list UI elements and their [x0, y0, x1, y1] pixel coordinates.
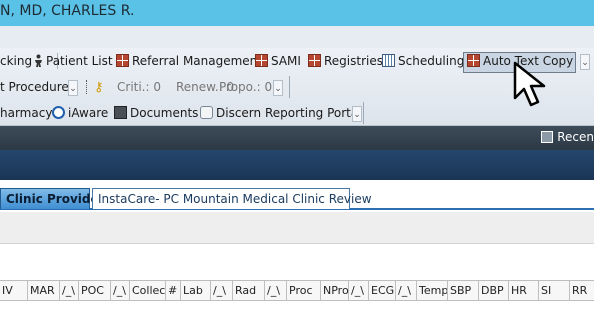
- col-number[interactable]: #: [166, 281, 181, 300]
- grid-body: [0, 301, 594, 325]
- col-npro[interactable]: NPro: [321, 281, 349, 300]
- col-alert[interactable]: /_\: [111, 281, 130, 300]
- grid-icon: [467, 54, 480, 67]
- toolbar-item-tracking[interactable]: cking: [0, 50, 32, 72]
- banner-bar: [0, 150, 594, 180]
- grid-icon: [116, 54, 129, 67]
- col-alert[interactable]: /_\: [60, 281, 79, 300]
- column-header-row: IV MAR /_\ POC /_\ Collec # Lab /_\ Rad …: [0, 280, 594, 301]
- key-icon: ⚷: [94, 80, 104, 95]
- col-sbp[interactable]: SBP: [448, 281, 479, 300]
- toolbar-item-iaware[interactable]: iAware: [52, 102, 108, 124]
- tab-instacare-review[interactable]: InstaCare- PC Mountain Medical Clinic Re…: [92, 188, 372, 209]
- proposed-count[interactable]: Propo.: 0: [219, 76, 272, 98]
- col-ecg[interactable]: ECG: [369, 281, 396, 300]
- iaware-icon: [52, 106, 65, 119]
- col-alert[interactable]: /_\: [265, 281, 287, 300]
- toolbar-row-3: harmacy iAware Documents Discern Reporti…: [0, 102, 364, 124]
- toolbar3-overflow-button[interactable]: ⌄: [352, 106, 362, 122]
- col-alert[interactable]: /_\: [396, 281, 417, 300]
- col-iv[interactable]: IV: [0, 281, 28, 300]
- col-lab[interactable]: Lab: [181, 281, 211, 300]
- toolbar-item-registries[interactable]: Registries: [308, 50, 383, 72]
- procedures-dropdown[interactable]: ⌄: [68, 80, 78, 96]
- col-si[interactable]: SI: [539, 281, 570, 300]
- toolbar-row-2: t Procedures ⌄ ⚷ Criti.: 0 Renew.: 0 Pro…: [0, 76, 290, 98]
- toolbar-row-1: cking Patient List Referral Management S…: [0, 50, 594, 73]
- toolbar-area: cking Patient List Referral Management S…: [0, 48, 594, 126]
- window-title: N, MD, CHARLES R.: [0, 3, 135, 19]
- recent-icon: [541, 131, 554, 143]
- col-poc[interactable]: POC: [79, 281, 111, 300]
- title-gap: [0, 26, 594, 48]
- chart-icon: [200, 106, 213, 119]
- grid-icon: [255, 54, 268, 67]
- col-mar[interactable]: MAR: [28, 281, 60, 300]
- toolbar-overflow-button[interactable]: ⌄: [580, 54, 590, 70]
- toolbar-item-documents[interactable]: Documents: [114, 102, 198, 124]
- person-icon: [34, 52, 43, 67]
- col-rr[interactable]: RR: [570, 281, 594, 300]
- toolbar-item-procedures[interactable]: t Procedures: [0, 76, 75, 98]
- calendar-icon: [382, 54, 395, 67]
- critical-count[interactable]: Criti.: 0: [117, 76, 161, 98]
- col-temp[interactable]: Temp: [417, 281, 448, 300]
- col-alert[interactable]: /_\: [349, 281, 369, 300]
- toolbar-item-referral-management[interactable]: Referral Management: [116, 50, 262, 72]
- tab-clinic-provider[interactable]: Clinic Provider: [0, 188, 105, 209]
- col-rad[interactable]: Rad: [233, 281, 265, 300]
- document-icon: [114, 106, 127, 119]
- toolbar-item-scheduling[interactable]: Scheduling: [382, 50, 464, 72]
- col-collect[interactable]: Collec: [130, 281, 166, 300]
- col-alert[interactable]: /_\: [211, 281, 233, 300]
- toolbar-item-patient-list[interactable]: Patient List: [34, 50, 113, 72]
- organizer-bar: Recen: [0, 126, 594, 150]
- col-dbp[interactable]: DBP: [479, 281, 509, 300]
- content-band: [0, 245, 594, 277]
- col-hr[interactable]: HR: [509, 281, 539, 300]
- title-bar: N, MD, CHARLES R.: [0, 0, 594, 26]
- tab-strip: Clinic Provider InstaCare- PC Mountain M…: [0, 180, 594, 210]
- toolbar-item-pharmacy[interactable]: harmacy: [0, 102, 52, 124]
- toolbar-item-discern-reporting-portal[interactable]: Discern Reporting Portal: [200, 102, 362, 124]
- filter-band: [0, 212, 594, 244]
- mouse-cursor-icon: [513, 61, 546, 107]
- toolbar-grip: [86, 80, 89, 94]
- grid-icon: [308, 54, 321, 67]
- col-proc[interactable]: Proc: [287, 281, 321, 300]
- recent-button[interactable]: Recen: [541, 130, 594, 144]
- toolbar-item-sami[interactable]: SAMI: [255, 50, 301, 72]
- counts-dropdown[interactable]: ⌄: [273, 80, 283, 96]
